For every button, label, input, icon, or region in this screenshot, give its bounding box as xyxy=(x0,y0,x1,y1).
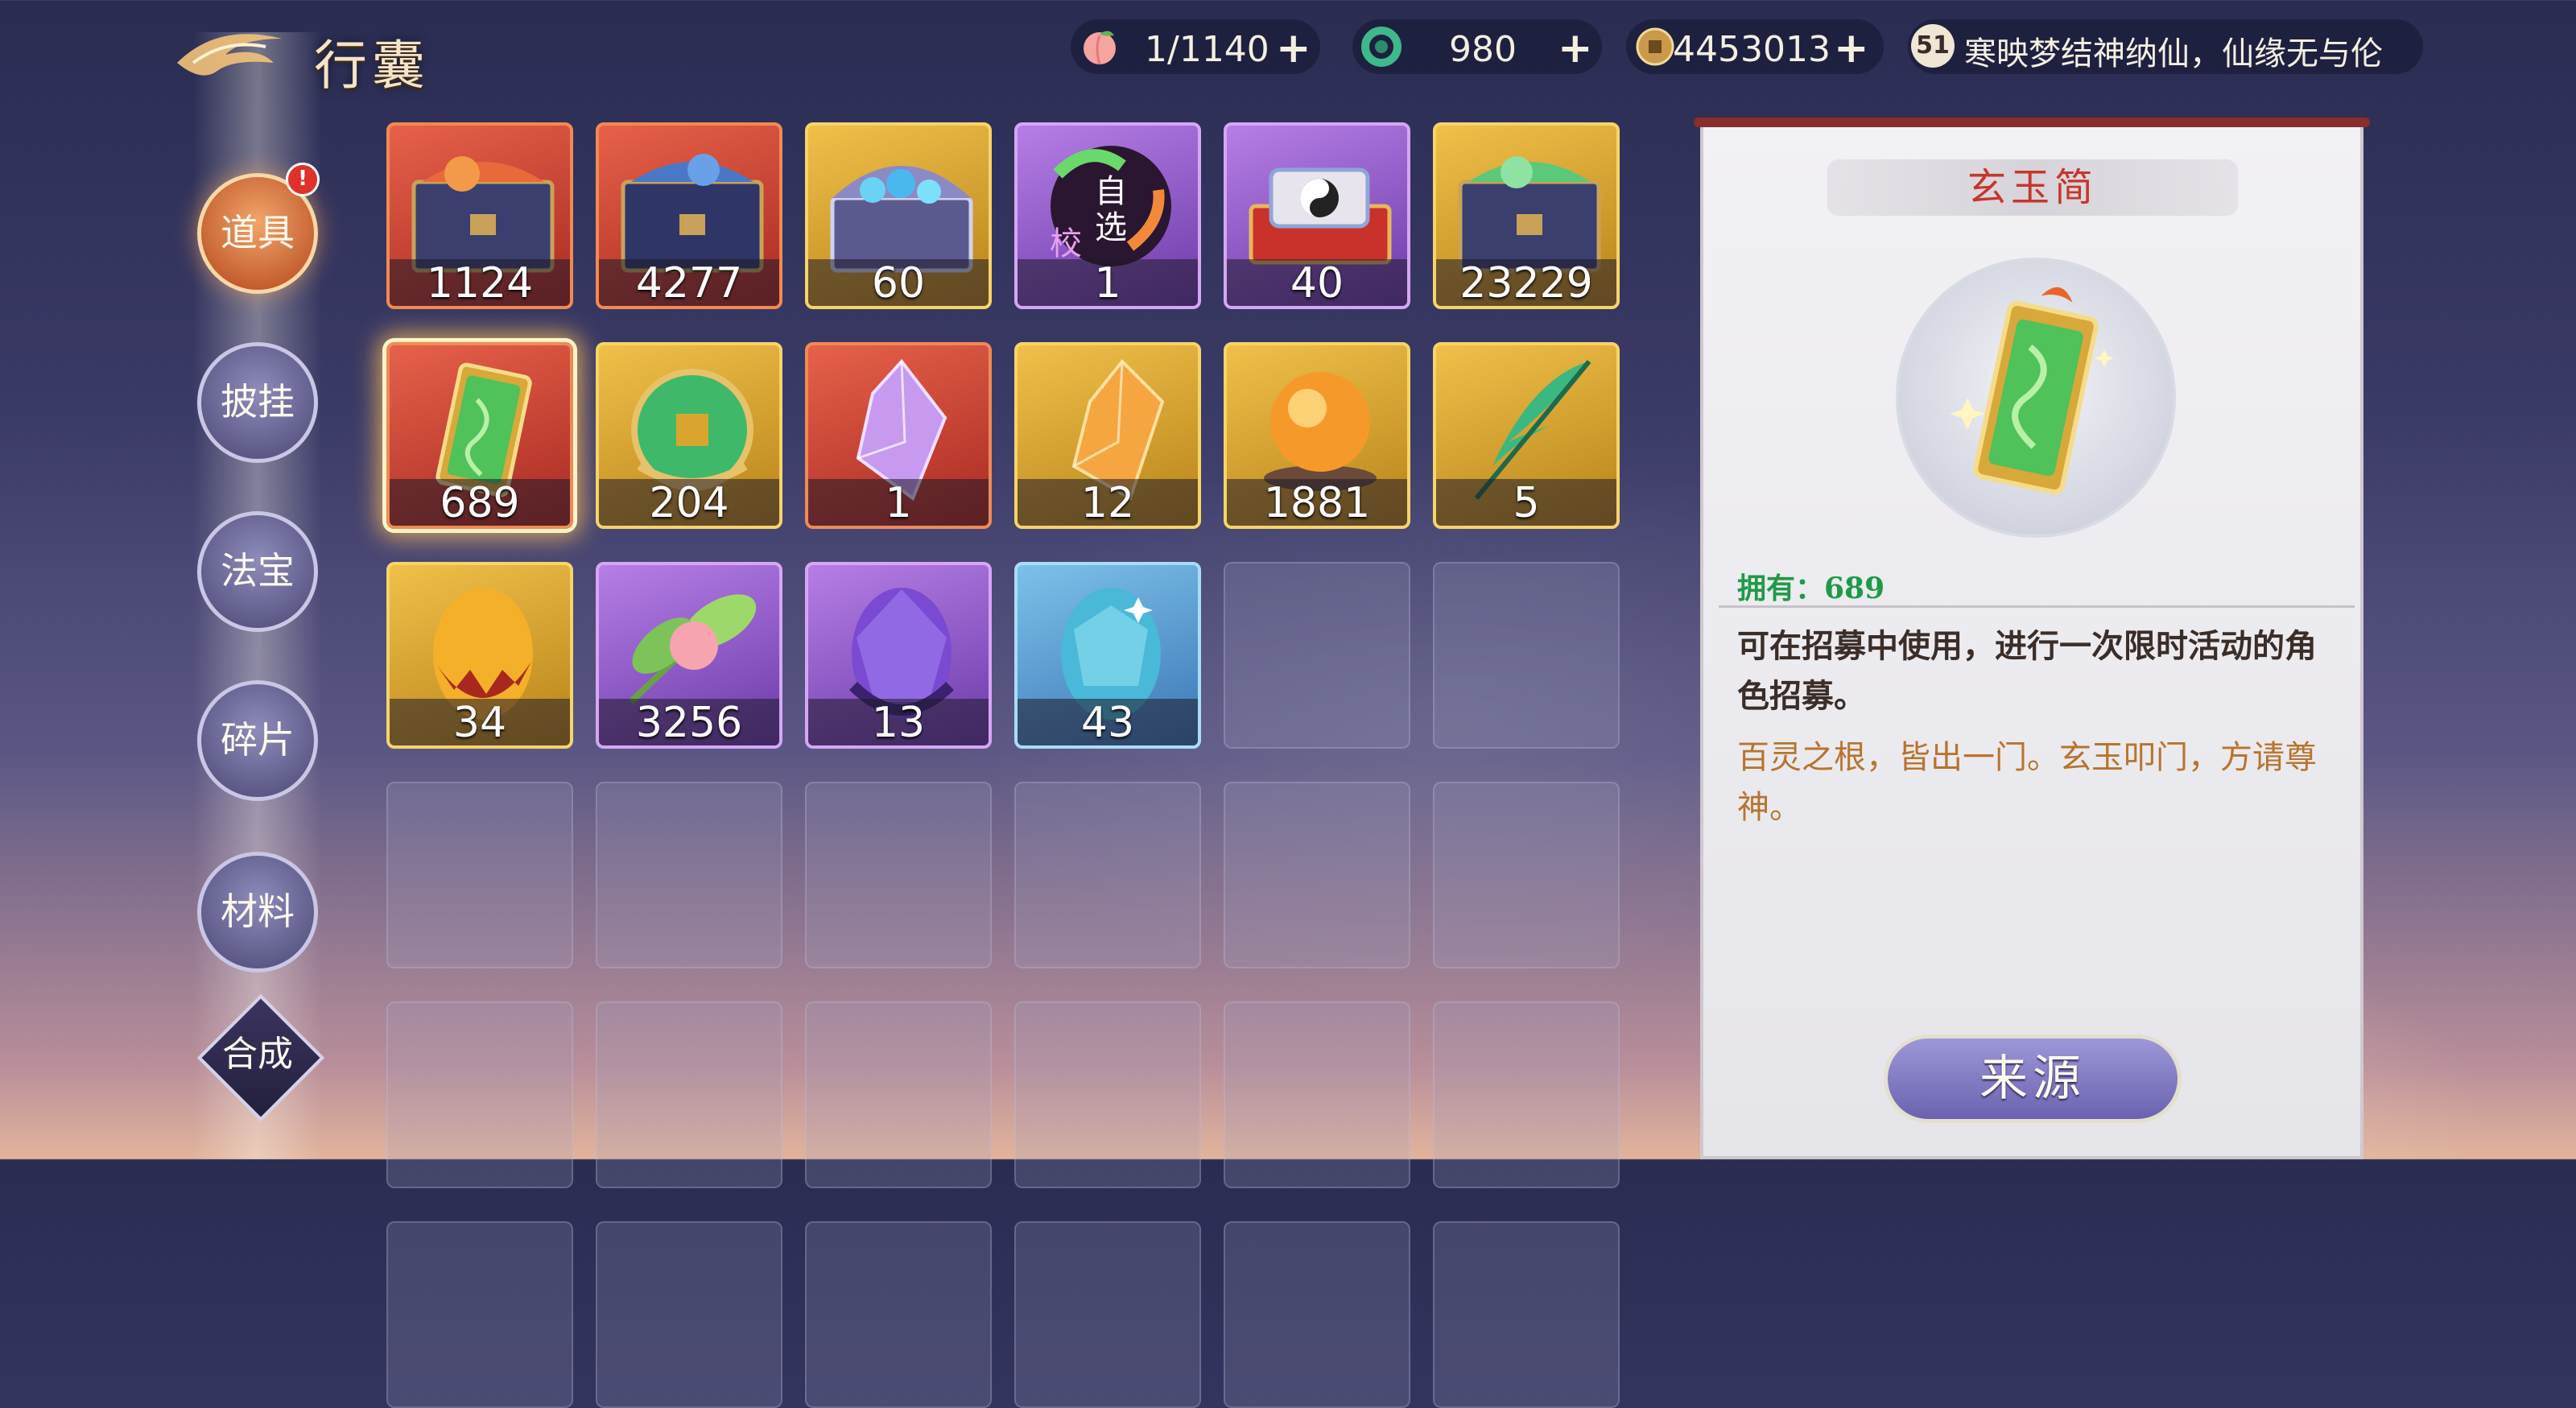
empty-slot xyxy=(386,1221,573,1408)
resource-jade: 980 + xyxy=(1352,19,1602,74)
item-quantity: 12 xyxy=(1018,479,1198,526)
peach-icon xyxy=(1084,31,1116,65)
inventory-slot[interactable]: 1 xyxy=(805,342,992,529)
item-name: 玄玉简 xyxy=(1827,159,2238,216)
item-quantity: 1 xyxy=(808,479,989,526)
item-quantity: 1881 xyxy=(1227,479,1407,526)
player-level: 51 xyxy=(1911,24,1955,68)
item-description: 可在招募中使用，进行一次限时活动的角色招募。 xyxy=(1737,627,2317,715)
empty-slot xyxy=(805,1221,992,1408)
svg-text:校: 校 xyxy=(1050,225,1082,262)
empty-slot xyxy=(596,782,782,968)
empty-slot xyxy=(596,1221,782,1408)
resource-coin: 4453013 + xyxy=(1626,19,1884,74)
owned-count: 拥有：689 xyxy=(1737,572,1885,605)
source-button[interactable]: 来源 xyxy=(1884,1034,2182,1123)
jade-slip-icon xyxy=(1950,287,2114,495)
inventory-slot[interactable]: 1881 xyxy=(1224,342,1410,529)
empty-slot xyxy=(596,1001,782,1188)
player-info[interactable]: 51 寒映梦结神纳仙，仙缘无与伦 xyxy=(1908,19,2423,74)
inventory-slot[interactable]: 43 xyxy=(1014,562,1201,749)
inventory-slot[interactable]: 3256 xyxy=(596,562,782,749)
empty-slot xyxy=(1433,1221,1620,1408)
item-quantity: 40 xyxy=(1227,259,1407,306)
empty-slot xyxy=(1433,782,1620,968)
coin-value: 4453013 xyxy=(1673,29,1831,70)
notification-badge: ! xyxy=(286,163,320,196)
inventory-slot[interactable]: 40 xyxy=(1224,122,1410,309)
item-quantity: 43 xyxy=(1018,699,1198,745)
jade-ring-icon xyxy=(1361,27,1402,67)
item-quantity: 1 xyxy=(1018,259,1198,306)
page-title: 行囊 xyxy=(314,35,430,97)
empty-slot xyxy=(1014,1221,1201,1408)
inventory-slot[interactable]: 自选校1 xyxy=(1014,122,1201,309)
empty-slot xyxy=(1014,782,1201,968)
inventory-slot[interactable]: 12 xyxy=(1014,342,1201,529)
item-quantity: 4277 xyxy=(599,259,779,306)
resource-stamina: 1/1140 + xyxy=(1071,19,1320,74)
add-coin-button[interactable]: + xyxy=(1834,24,1869,72)
nav-tab-artifacts[interactable]: 法宝 xyxy=(197,511,318,632)
item-lore: 百灵之根，皆出一门。玄玉叩门，方请尊神。 xyxy=(1737,739,2317,826)
inventory-slot[interactable]: 689 xyxy=(386,342,573,529)
empty-slot xyxy=(805,782,992,968)
empty-slot xyxy=(386,782,573,968)
divider xyxy=(1719,605,2355,608)
nav-tab-materials[interactable]: 材料 xyxy=(197,852,318,972)
nav-tab-synthesis[interactable]: 合成 xyxy=(197,1022,318,1087)
item-quantity: 5 xyxy=(1436,479,1616,526)
empty-slot xyxy=(1433,562,1620,749)
stamina-value: 1/1140 xyxy=(1145,29,1269,70)
nav-tab-fragments[interactable]: 碎片 xyxy=(197,680,318,801)
empty-slot xyxy=(386,1001,573,1188)
inventory-slot[interactable]: 60 xyxy=(805,122,992,309)
nav-tab-armor[interactable]: 披挂 xyxy=(197,342,318,463)
svg-text:自: 自 xyxy=(1095,173,1127,210)
item-quantity: 34 xyxy=(390,699,570,745)
empty-slot xyxy=(1224,1221,1410,1408)
empty-slot xyxy=(1014,1001,1201,1188)
inventory-slot[interactable]: 5 xyxy=(1433,342,1620,529)
item-quantity: 1124 xyxy=(390,259,570,306)
empty-slot xyxy=(1224,562,1410,749)
inventory-slot[interactable]: 1124 xyxy=(386,122,573,309)
empty-slot xyxy=(1224,1001,1410,1188)
inventory-slot[interactable]: 204 xyxy=(596,342,782,529)
empty-slot xyxy=(1433,1001,1620,1188)
title-area: 行囊 xyxy=(161,8,467,97)
bag-logo-icon xyxy=(177,34,282,76)
inventory-slot[interactable]: 23229 xyxy=(1433,122,1620,309)
item-quantity: 13 xyxy=(808,699,989,745)
inventory-slot[interactable]: 13 xyxy=(805,562,992,749)
add-jade-button[interactable]: + xyxy=(1558,24,1593,72)
empty-slot xyxy=(1224,782,1410,968)
item-quantity: 3256 xyxy=(599,699,779,745)
empty-slot xyxy=(805,1001,992,1188)
item-quantity: 204 xyxy=(599,479,779,526)
item-portrait xyxy=(1896,258,2176,538)
jade-value: 980 xyxy=(1449,29,1517,70)
add-stamina-button[interactable]: + xyxy=(1276,24,1311,72)
panel-scroll-rod xyxy=(1694,118,2370,127)
player-name: 寒映梦结神纳仙，仙缘无与伦 xyxy=(1964,35,2383,72)
item-quantity: 60 xyxy=(808,259,989,306)
inventory-slot[interactable]: 34 xyxy=(386,562,573,749)
inventory-slot[interactable]: 4277 xyxy=(596,122,782,309)
svg-text:选: 选 xyxy=(1095,209,1127,246)
item-quantity: 23229 xyxy=(1436,259,1616,306)
item-quantity: 689 xyxy=(390,479,570,526)
